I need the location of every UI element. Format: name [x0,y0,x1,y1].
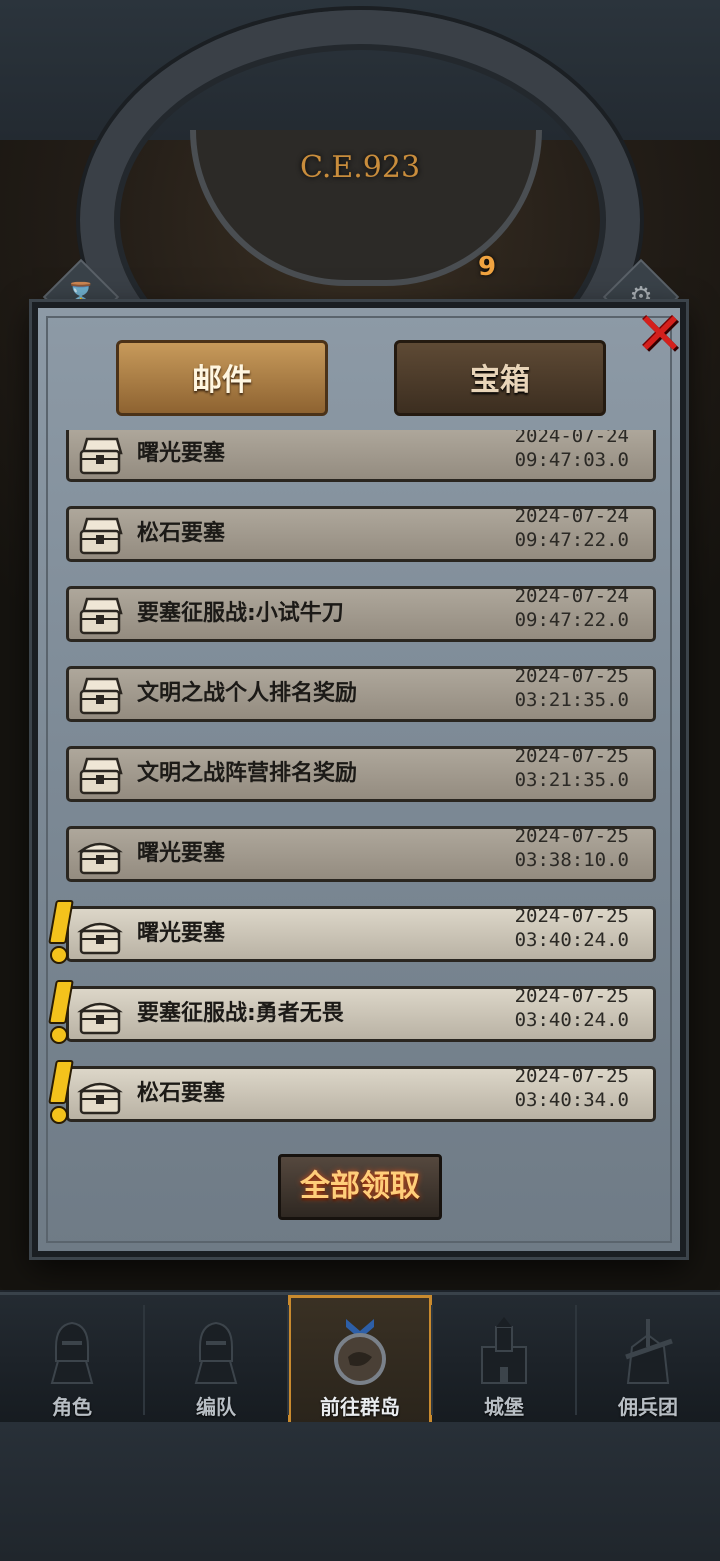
exclamation-alert-icon [48,1060,74,1124]
mail-row[interactable]: 曙光要塞 2024-07-25 03:38:10.0 [66,825,656,882]
mail-row[interactable]: 曙光要塞 2024-07-25 03:40:24.0 [66,905,656,962]
open-chest-icon [77,435,123,475]
mail-row[interactable]: 松石要塞 2024-07-24 09:47:22.0 [66,505,656,562]
mail-time: 03:40:34.0 [514,1089,629,1111]
mail-date: 2024-07-25 [514,985,629,1007]
open-chest-icon [77,595,123,635]
bottom-strip [0,1422,720,1561]
mail-time: 09:47:22.0 [514,529,629,551]
closed-chest-icon [77,1075,123,1115]
mail-row[interactable]: 要塞征服战:勇者无畏 2024-07-25 03:40:24.0 [66,985,656,1042]
mail-time: 03:21:35.0 [514,689,629,711]
mail-list[interactable]: 曙光要塞 2024-07-24 09:47:03.0 松石要塞 2024-07-24 09… [66,430,656,1132]
armored-knight-icon [186,1317,246,1387]
mail-time: 03:40:24.0 [514,1009,629,1031]
mail-date: 2024-07-24 [514,585,629,607]
nav-label: 编队 [196,1395,236,1419]
closed-chest-icon [77,915,123,955]
hour-label: 9 [478,252,497,282]
globe-compass-icon [330,1317,390,1387]
mail-title: 曙光要塞 [137,921,226,946]
open-chest-icon [77,755,123,795]
mail-time: 03:38:10.0 [514,849,629,871]
mail-title: 曙光要塞 [137,441,226,466]
open-chest-icon [77,675,123,715]
mail-date: 2024-07-25 [514,1065,629,1087]
mail-date: 2024-07-25 [514,825,629,847]
era-label: C.E.923 [299,150,421,185]
mail-title: 要塞征服战:勇者无畏 [137,1001,344,1026]
mail-date: 2024-07-24 [514,505,629,527]
open-chest-icon [77,515,123,555]
exclamation-alert-icon [48,900,74,964]
nav-item-5[interactable]: 佣兵团 [576,1295,720,1425]
mail-time: 03:21:35.0 [514,769,629,791]
nav-divider [143,1305,145,1415]
nav-divider [431,1305,433,1415]
mail-date: 2024-07-24 [514,430,629,447]
tab-mail[interactable]: 邮件 [116,340,328,416]
closed-chest-icon [77,835,123,875]
mail-title: 松石要塞 [137,521,226,546]
closed-chest-icon [77,995,123,1035]
close-icon[interactable]: ✕ [632,304,688,364]
mail-date: 2024-07-25 [514,745,629,767]
bottom-nav: 角色 编队 前往群岛 城堡 佣兵团 [0,1292,720,1425]
mail-title: 松石要塞 [137,1081,226,1106]
mail-date: 2024-07-25 [514,905,629,927]
nav-item-3[interactable]: 前往群岛 [288,1295,432,1425]
mail-row[interactable]: 松石要塞 2024-07-25 03:40:34.0 [66,1065,656,1122]
nav-label: 前往群岛 [320,1395,400,1419]
mail-title: 曙光要塞 [137,841,226,866]
mail-row[interactable]: 文明之战阵营排名奖励 2024-07-25 03:21:35.0 [66,745,656,802]
mail-row[interactable]: 要塞征服战:小试牛刀 2024-07-24 09:47:22.0 [66,585,656,642]
nav-item-1[interactable]: 角色 [0,1295,144,1425]
nav-item-4[interactable]: 城堡 [432,1295,576,1425]
knight-helmet-icon [42,1317,102,1387]
nav-divider [575,1305,577,1415]
mail-time: 09:47:22.0 [514,609,629,631]
tab-chest[interactable]: 宝箱 [394,340,606,416]
nav-item-2[interactable]: 编队 [144,1295,288,1425]
mail-title: 要塞征服战:小试牛刀 [137,601,344,626]
mail-title: 文明之战阵营排名奖励 [137,761,358,786]
mail-row[interactable]: 文明之战个人排名奖励 2024-07-25 03:21:35.0 [66,665,656,722]
exclamation-alert-icon [48,980,74,1044]
nav-label: 佣兵团 [618,1395,678,1419]
mail-date: 2024-07-25 [514,665,629,687]
nav-divider [287,1305,289,1415]
mail-title: 文明之战个人排名奖励 [137,681,358,706]
claim-all-button[interactable]: 全部领取 [278,1154,442,1220]
mail-time: 09:47:03.0 [514,449,629,471]
mercenary-icon [618,1317,678,1387]
mail-row[interactable]: 曙光要塞 2024-07-24 09:47:03.0 [66,430,656,482]
mail-time: 03:40:24.0 [514,929,629,951]
nav-label: 城堡 [484,1395,524,1419]
nav-label: 角色 [52,1395,92,1419]
castle-icon [474,1317,534,1387]
